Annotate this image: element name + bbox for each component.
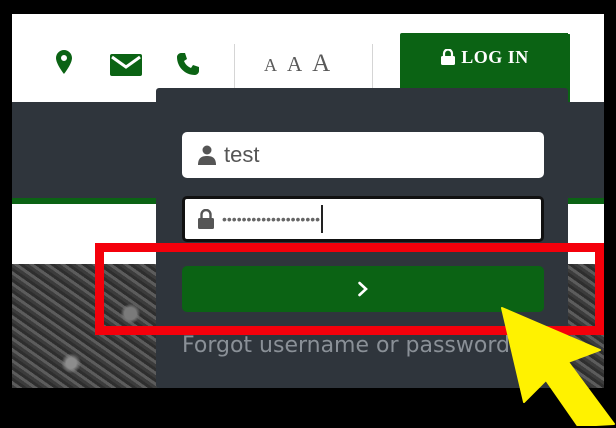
font-size-large-button[interactable]: A [312,50,331,78]
password-field[interactable]: •••••••••••••••••••• [182,196,544,242]
envelope-icon[interactable] [110,54,142,81]
font-size-controls: A A A [264,50,335,78]
text-cursor [321,205,324,233]
login-tab-label: LOG IN [461,47,529,67]
lock-icon [441,49,456,65]
lock-icon [198,209,214,229]
background [568,14,604,34]
divider [234,44,235,90]
username-field[interactable]: test [182,132,544,178]
phone-icon[interactable] [176,52,200,81]
divider [372,44,373,90]
font-size-small-button[interactable]: A [264,55,278,76]
font-size-medium-button[interactable]: A [287,52,303,77]
username-value: test [224,142,260,167]
pointer-arrow-icon [501,307,615,426]
map-marker-icon[interactable] [56,50,72,79]
password-value: •••••••••••••••••••• [222,211,321,227]
user-icon [198,145,216,165]
